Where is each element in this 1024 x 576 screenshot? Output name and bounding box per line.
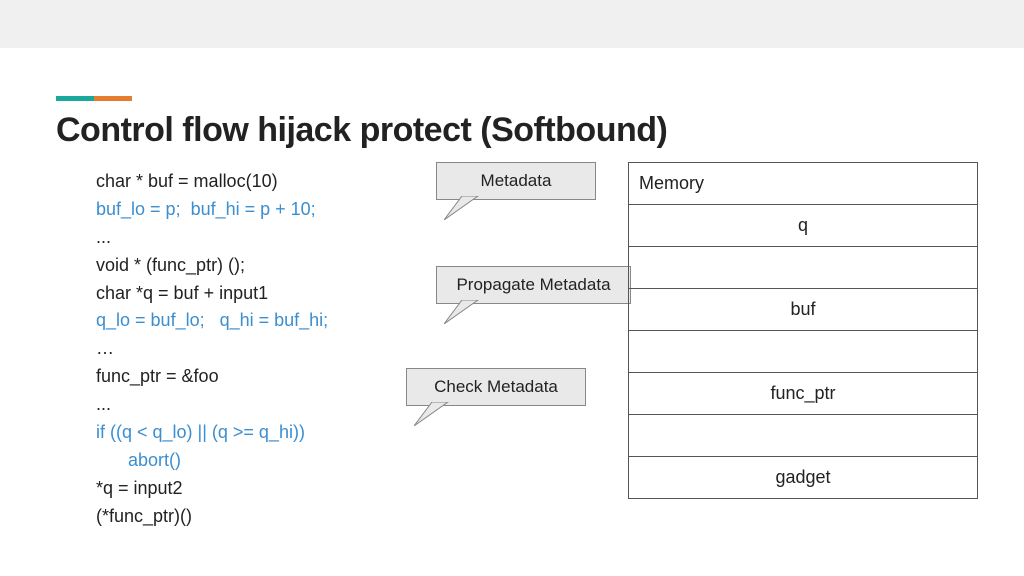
table-row: buf	[629, 289, 978, 331]
callout-metadata: Metadata	[436, 162, 596, 200]
memory-cell: q	[629, 205, 978, 247]
memory-table: Memory q buf func_ptr gadget	[628, 162, 978, 499]
memory-header: Memory	[629, 163, 978, 205]
memory-cell: func_ptr	[629, 373, 978, 415]
slide-body: Control flow hijack protect (Softbound) …	[0, 48, 1024, 531]
memory-cell	[629, 415, 978, 457]
code-line: …	[96, 338, 114, 358]
memory-cell	[629, 331, 978, 373]
code-line: func_ptr = &foo	[96, 366, 219, 386]
table-row	[629, 415, 978, 457]
content-area: char * buf = malloc(10) buf_lo = p; buf_…	[96, 168, 968, 531]
memory-cell	[629, 247, 978, 289]
table-row: q	[629, 205, 978, 247]
memory-cell: gadget	[629, 457, 978, 499]
code-line-metadata: q_lo = buf_lo; q_hi = buf_hi;	[96, 310, 328, 330]
code-line: *q = input2	[96, 478, 183, 498]
code-line: ...	[96, 227, 111, 247]
code-line-check: abort()	[96, 450, 181, 470]
code-line: void * (func_ptr) ();	[96, 255, 245, 275]
page-title: Control flow hijack protect (Softbound)	[56, 111, 968, 150]
table-row: gadget	[629, 457, 978, 499]
memory-cell: buf	[629, 289, 978, 331]
callout-propagate: Propagate Metadata	[436, 266, 631, 304]
accent-bar	[56, 96, 968, 101]
table-row: func_ptr	[629, 373, 978, 415]
top-bar	[0, 0, 1024, 48]
accent-orange	[94, 96, 132, 101]
table-row	[629, 331, 978, 373]
code-line: char * buf = malloc(10)	[96, 171, 278, 191]
table-row	[629, 247, 978, 289]
code-line: (*func_ptr)()	[96, 506, 192, 526]
code-line: char *q = buf + input1	[96, 283, 268, 303]
table-row: Memory	[629, 163, 978, 205]
callout-check: Check Metadata	[406, 368, 586, 406]
code-line: ...	[96, 394, 111, 414]
code-line-check: if ((q < q_lo) || (q >= q_hi))	[96, 422, 305, 442]
code-line-metadata: buf_lo = p; buf_hi = p + 10;	[96, 199, 316, 219]
accent-teal	[56, 96, 94, 101]
